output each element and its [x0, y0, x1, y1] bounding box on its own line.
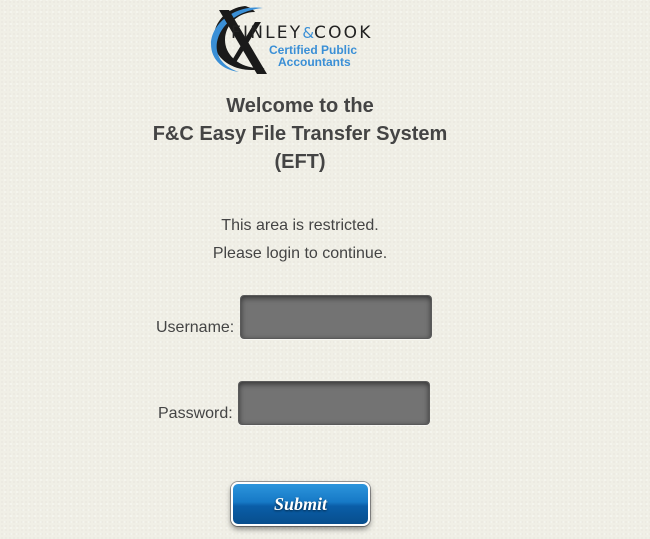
logo-brand-right: COOK [314, 23, 373, 43]
logo-subtitle-line2: Accountants [278, 55, 351, 69]
welcome-heading-line1: Welcome to the [226, 95, 374, 117]
logo-brand-name: FINLEY&COOK [231, 23, 373, 43]
password-label: Password: [158, 405, 233, 422]
welcome-heading-line3: (EFT) [274, 151, 326, 173]
logo-brand-ampersand: & [302, 24, 315, 42]
username-label: Username: [156, 319, 235, 336]
login-prompt: Please login to continue. [212, 245, 388, 262]
password-input[interactable] [238, 381, 430, 425]
submit-button[interactable]: Submit [231, 482, 370, 526]
restricted-notice: This area is restricted. [221, 217, 379, 234]
logo-brand-left: FINLEY [231, 23, 303, 43]
username-input[interactable] [240, 295, 432, 339]
welcome-heading-line2: F&C Easy File Transfer System [152, 123, 448, 145]
finley-cook-logo: FINLEY&COOK Certified Public Accountants [205, 4, 405, 76]
